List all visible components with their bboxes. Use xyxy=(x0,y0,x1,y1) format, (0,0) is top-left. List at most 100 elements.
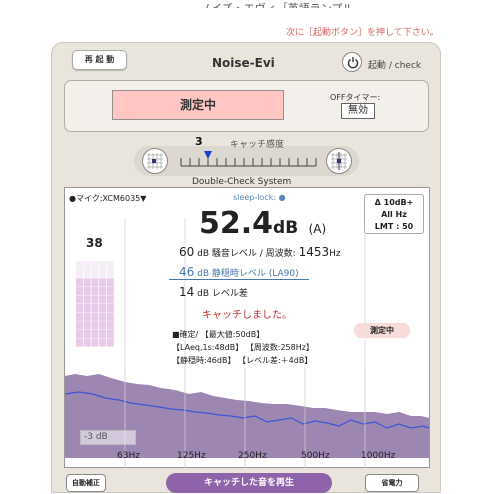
level-difference-label: dB レベル差 xyxy=(197,289,248,299)
restart-button[interactable]: 再 起 動 xyxy=(72,50,127,70)
power-icon xyxy=(347,57,359,69)
noise-frequency-unit: Hz xyxy=(329,249,341,259)
level-cell xyxy=(99,321,107,330)
threshold-delta: Δ 10dB+ xyxy=(374,198,414,207)
level-cell xyxy=(76,278,83,287)
level-cell xyxy=(91,278,99,287)
threshold-limit: LMT : 50 xyxy=(374,222,414,231)
big-db-suffix: (A) xyxy=(308,222,327,236)
level-meter xyxy=(76,261,114,347)
big-db-value: 52.4 xyxy=(199,206,274,241)
noise-evi-device: 再 起 動 Noise-Evi 起動 / check 測定中 OFFタイマー: … xyxy=(51,42,441,493)
measuring-badge: 測定中 xyxy=(354,323,410,338)
freq-label-63: 63Hz xyxy=(117,451,140,461)
quiet-underline xyxy=(169,279,309,280)
level-cell xyxy=(83,338,91,347)
level-cell xyxy=(91,304,99,313)
level-cell xyxy=(106,312,114,321)
noise-level-value: 60 xyxy=(179,245,195,259)
background-title: ノイズ・エヴィ［英語ランプル版］ xyxy=(200,0,360,8)
play-caught-sound-button[interactable]: キャッチした音を再生 xyxy=(166,473,332,493)
auto-correct-button[interactable]: 自動補正 xyxy=(66,474,106,492)
level-cell xyxy=(99,295,107,304)
level-number: 38 xyxy=(86,236,103,250)
sensitivity-label: キャッチ感度 xyxy=(230,140,285,150)
threshold-info: Δ 10dB+ All Hz LMT : 50 xyxy=(364,194,424,234)
sensitivity-down-icon[interactable] xyxy=(142,148,168,174)
level-cell xyxy=(99,329,107,338)
sensitivity-value: 3 xyxy=(195,135,203,148)
level-cell xyxy=(76,338,83,347)
level-cell xyxy=(83,278,91,287)
sensitivity-area: 3 キャッチ感度 Double-Check System xyxy=(134,134,359,187)
noise-level-label: dB 騒音レベル / 周波数: xyxy=(197,249,296,259)
big-db-readout: 52.4dB (A) xyxy=(199,206,326,241)
level-cell xyxy=(106,321,114,330)
level-cell xyxy=(76,295,83,304)
level-difference-value: 14 xyxy=(179,285,195,299)
freq-label-125: 125Hz xyxy=(177,451,206,461)
noise-frequency-value: 1453 xyxy=(298,245,330,259)
catch-message: キャッチしました。 xyxy=(202,310,292,321)
level-cell xyxy=(99,304,107,313)
level-difference-row: 14 dB レベル差 xyxy=(179,285,248,299)
level-cell xyxy=(91,261,99,270)
level-cell xyxy=(83,261,91,270)
level-cell xyxy=(83,269,91,278)
level-cell xyxy=(99,261,107,270)
sleep-lock-indicator: sleep-lock: ● xyxy=(233,193,286,202)
power-button[interactable] xyxy=(342,52,362,72)
bottom-bar: 自動補正 キャッチした音を再生 省電力 xyxy=(52,473,440,494)
level-cell xyxy=(83,321,91,330)
stats-line-quiet: 【静穏時:46dB】 【レベル差:＋4dB】 xyxy=(172,356,313,365)
level-cell xyxy=(91,295,99,304)
stats-line-max: ■確定/ 【最大値:50dB】 xyxy=(172,330,265,339)
level-cell xyxy=(76,304,83,313)
level-cell xyxy=(83,304,91,313)
level-cell xyxy=(91,286,99,295)
level-cell xyxy=(76,269,83,278)
double-check-label: Double-Check System xyxy=(192,177,292,187)
db-floor-label: -3 dB xyxy=(80,430,136,445)
sensitivity-up-icon[interactable] xyxy=(326,148,352,174)
level-cell xyxy=(99,269,107,278)
level-cell xyxy=(76,286,83,295)
level-cell xyxy=(106,338,114,347)
level-cell xyxy=(91,312,99,321)
level-cell xyxy=(76,312,83,321)
level-cell xyxy=(91,329,99,338)
app-title: Noise-Evi xyxy=(212,56,275,70)
level-cell xyxy=(83,329,91,338)
mic-select[interactable]: ●マイク:XCM6035▼ xyxy=(69,193,146,204)
power-save-button[interactable]: 省電力 xyxy=(365,474,419,492)
level-cell xyxy=(91,269,99,278)
noise-level-row: 60 dB 騒音レベル / 周波数: 1453Hz xyxy=(179,245,341,259)
slider-pointer-icon[interactable] xyxy=(204,151,212,159)
freq-label-500: 500Hz xyxy=(301,451,330,461)
off-timer-label: OFFタイマー: xyxy=(330,93,381,102)
measurement-screen: ●マイク:XCM6035▼ sleep-lock: ● Δ 10dB+ All … xyxy=(64,187,430,468)
check-label: 起動 / check xyxy=(368,61,422,71)
measure-button[interactable]: 測定中 xyxy=(112,90,284,120)
level-cell xyxy=(83,286,91,295)
sensitivity-slider[interactable] xyxy=(176,150,321,172)
level-cell xyxy=(106,278,114,287)
off-timer-select[interactable]: 無効 xyxy=(341,103,375,119)
level-cell xyxy=(106,329,114,338)
level-cell xyxy=(106,295,114,304)
level-cell xyxy=(99,286,107,295)
level-cell xyxy=(106,269,114,278)
threshold-band: All Hz xyxy=(381,210,407,219)
measure-panel: 測定中 OFFタイマー: 無効 xyxy=(64,80,429,132)
level-cell xyxy=(76,261,83,270)
stats-block: ■確定/ 【最大値:50dB】 【LAeq,1s:48dB】 【周波数:258H… xyxy=(172,328,314,367)
level-cell xyxy=(106,261,114,270)
level-cell xyxy=(99,278,107,287)
stats-line-laeq: 【LAeq,1s:48dB】 【周波数:258Hz】 xyxy=(172,343,314,352)
level-cell xyxy=(76,321,83,330)
level-cell xyxy=(106,286,114,295)
top-bar: 再 起 動 Noise-Evi 起動 / check xyxy=(52,43,440,77)
background-notice: 次に［起動ボタン］を押して下さい。 xyxy=(286,28,439,38)
quiet-level-value: 46 xyxy=(179,265,195,279)
level-cell xyxy=(83,312,91,321)
